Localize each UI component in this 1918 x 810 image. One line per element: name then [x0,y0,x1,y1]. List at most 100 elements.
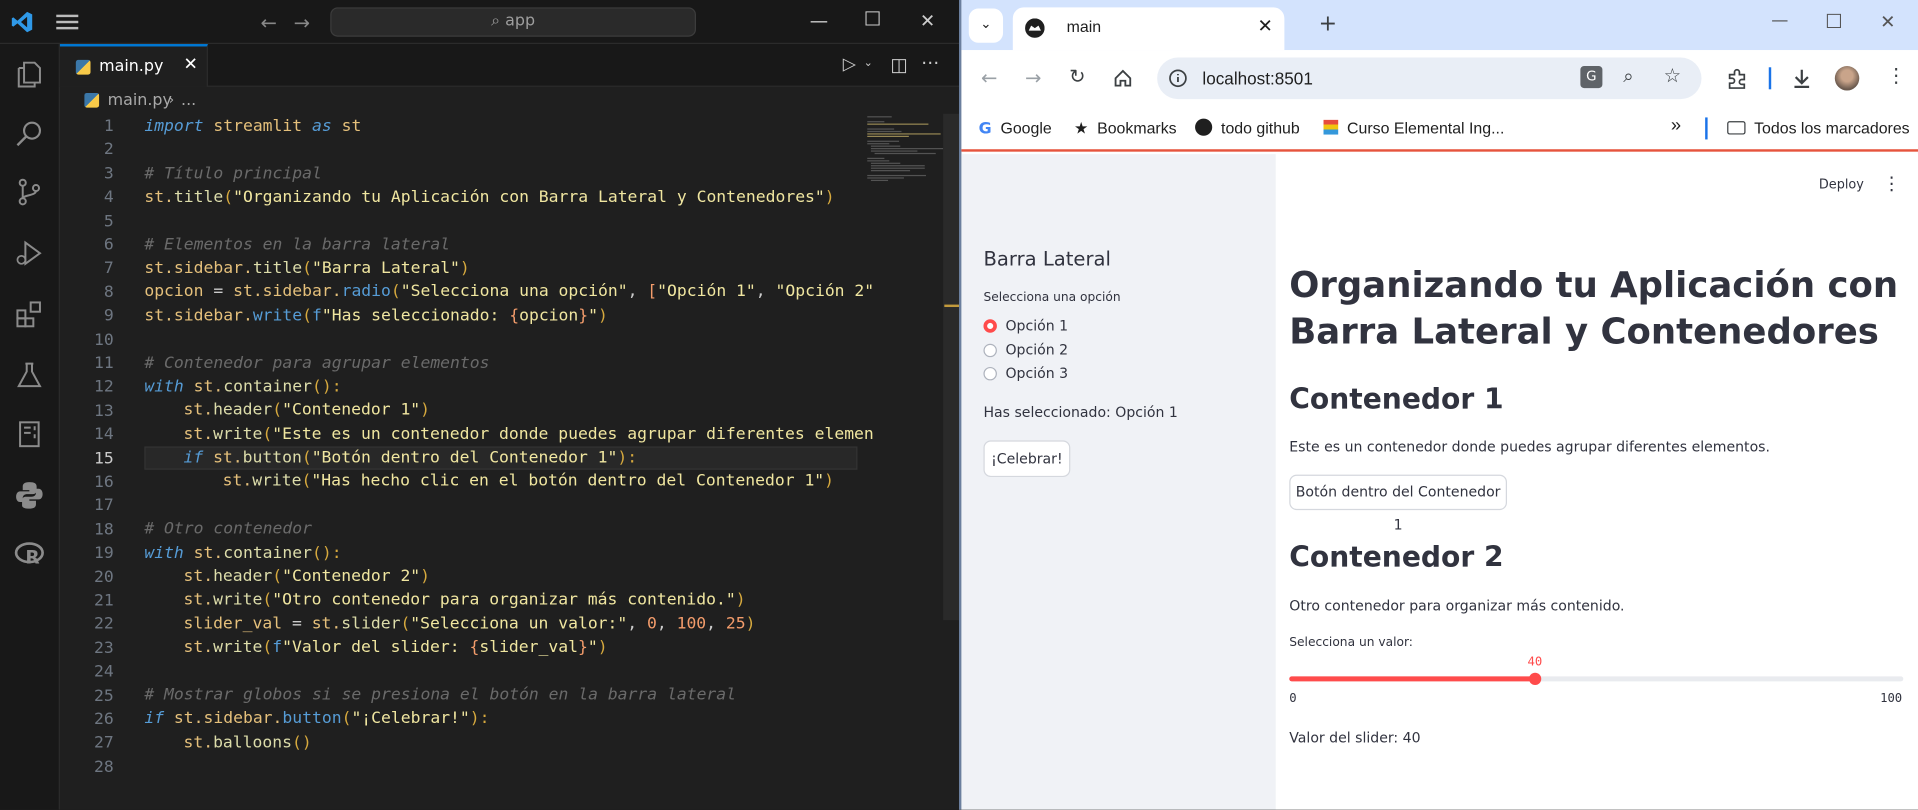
code-line-1: import streamlit as st [144,117,362,136]
back-arrow-icon[interactable]: ← [261,11,277,34]
line-number: 9 [103,307,114,326]
bookmarks-divider [1705,117,1708,140]
container1-header: Contenedor 1 [1289,384,1504,416]
deploy-button[interactable]: Deploy [1819,177,1864,192]
browser-tab-main[interactable]: main ✕ [1012,7,1285,51]
vscode-logo-icon[interactable] [10,10,34,34]
split-editor-icon[interactable]: ◫ [890,54,907,76]
browser-tab-close-icon[interactable]: ✕ [1257,15,1272,37]
forward-arrow-icon[interactable]: → [1025,66,1041,89]
code-line-7: st.sidebar.title("Barra Lateral") [144,259,470,278]
url-text: localhost:8501 [1202,68,1313,89]
line-number: 7 [103,259,114,279]
radio-unselected-icon[interactable] [983,366,997,381]
minimap[interactable] [857,114,944,187]
explorer-icon[interactable] [13,59,45,91]
testing-icon[interactable] [13,360,45,392]
code-line-4: st.title("Organizando tu Aplicación con … [144,188,835,207]
maximize-icon[interactable]: ☐ [864,7,882,30]
container1-button[interactable]: Botón dentro del Contenedor 1 [1289,474,1507,533]
minimize-icon[interactable]: — [1771,11,1788,31]
vscode-titlebar: ← → ⌕ app — ☐ ✕ [0,0,959,45]
radio-selected-icon[interactable] [983,319,997,333]
slider-track[interactable] [1289,672,1904,685]
translate-icon[interactable]: G [1580,66,1603,89]
more-actions-icon[interactable]: ⋯ [921,51,939,73]
streamlit-sidebar: Barra Lateral Selecciona una opción Opci… [961,154,1276,810]
radio-unselected-icon[interactable] [983,343,997,358]
avatar[interactable] [1834,66,1860,91]
celebrate-button[interactable]: ¡Celebrar! [983,440,1071,478]
slider-value-text: Valor del slider: 40 [1289,729,1421,747]
code-line-23: st.write(f"Valor del slider: {slider_val… [183,638,608,657]
browser-tab-strip: ⌄ main ✕ + — ☐ ✕ [961,0,1918,51]
chrome-menu-icon[interactable]: ⋮ [1886,64,1906,87]
line-number: 17 [94,497,114,516]
forward-arrow-icon[interactable]: → [294,11,310,34]
line-number: 15 [94,449,114,468]
address-bar[interactable]: localhost:8501 G ⌕ ☆ [1157,57,1702,100]
page-title: Organizando tu Aplicación con Barra Late… [1289,264,1899,353]
home-icon[interactable] [1113,68,1133,88]
bookmark-curso[interactable]: Curso Elemental Ing... [1323,119,1504,137]
search-icon[interactable] [13,117,45,149]
command-center-search[interactable]: ⌕ app [330,7,697,37]
svg-text:R: R [25,547,39,568]
line-number: 22 [94,615,114,635]
line-number: 28 [94,758,114,777]
python-icon[interactable] [13,479,45,511]
line-number: 2 [103,141,114,160]
zoom-icon[interactable]: ⌕ [1623,65,1633,87]
new-tab-icon[interactable]: + [1319,11,1337,37]
code-line-26: if st.sidebar.button("¡Celebrar!"): [144,709,490,728]
maximize-icon[interactable]: ☐ [1825,10,1843,33]
run-debug-icon[interactable] [13,237,45,269]
line-number: 12 [94,378,114,397]
line-number: 8 [103,283,114,302]
run-dropdown-icon[interactable]: ⌄ [864,57,873,69]
r-icon[interactable]: R [13,538,45,570]
download-icon[interactable] [1791,67,1813,89]
tab-search-chevron-down-icon[interactable]: ⌄ [968,8,1004,43]
bookmark-bookmarks[interactable]: ★ Bookmarks [1074,119,1177,139]
notebook-icon[interactable] [13,418,45,450]
editor-scrollbar[interactable] [943,113,959,621]
close-window-icon[interactable]: ✕ [1880,11,1895,33]
code-line-3: # Título principal [144,165,322,184]
code-editor[interactable]: 1 2 3 4 5 6 7 8 9 10 11 12 13 14 15 16 17 18 19 20 21 22 23 24 2… [60,114,874,810]
code-line-9: st.sidebar.write(f"Has seleccionado: {op… [144,307,608,326]
slider-fill [1289,676,1535,682]
reload-icon[interactable]: ↻ [1069,65,1085,88]
app-menu-icon[interactable]: ⋮ [1883,172,1901,194]
tab-close-icon[interactable]: ✕ [183,55,197,75]
breadcrumb-symbol[interactable]: ... [181,92,196,110]
bookmark-todo-github[interactable]: todo github [1195,118,1300,137]
extensions-icon[interactable] [13,298,45,330]
line-number: 16 [94,473,114,492]
tab-main-py[interactable]: main.py ✕ [59,44,208,87]
code-line-8: opcion = st.sidebar.radio("Selecciona un… [144,282,875,301]
editor-tab-bar: main.py ✕ ▷ ⌄ ◫ ⋯ [59,44,959,87]
run-icon[interactable]: ▷ [843,55,856,75]
slider-thumb[interactable] [1528,672,1541,685]
all-bookmarks-folder[interactable]: Todos los marcadores [1727,119,1910,137]
menu-icon[interactable] [56,14,79,30]
sidebar-selected-text: Has seleccionado: Opción 1 [983,403,1178,421]
bookmark-google[interactable]: G Google [979,119,1052,139]
source-control-icon[interactable] [13,176,45,208]
toolbar-divider [1768,67,1772,90]
breadcrumb-file[interactable]: main.py [108,92,172,110]
close-window-icon[interactable]: ✕ [920,10,935,32]
radio-label: Selecciona una opción [983,291,1121,305]
site-info-icon[interactable] [1168,68,1188,88]
code-line-19: with st.container(): [144,544,342,563]
more-bookmarks-icon[interactable]: » [1671,115,1681,136]
bookmark-star-icon[interactable]: ☆ [1664,64,1682,87]
code-line-6: # Elementos en la barra lateral [144,236,451,255]
extensions-icon[interactable] [1726,67,1748,89]
folder-icon [1727,121,1746,135]
code-line-15: if st.button("Botón dentro del Contenedo… [183,448,638,468]
slider-min-label: 0 [1289,692,1297,706]
minimize-icon[interactable]: — [810,10,828,32]
back-arrow-icon[interactable]: ← [981,66,997,89]
